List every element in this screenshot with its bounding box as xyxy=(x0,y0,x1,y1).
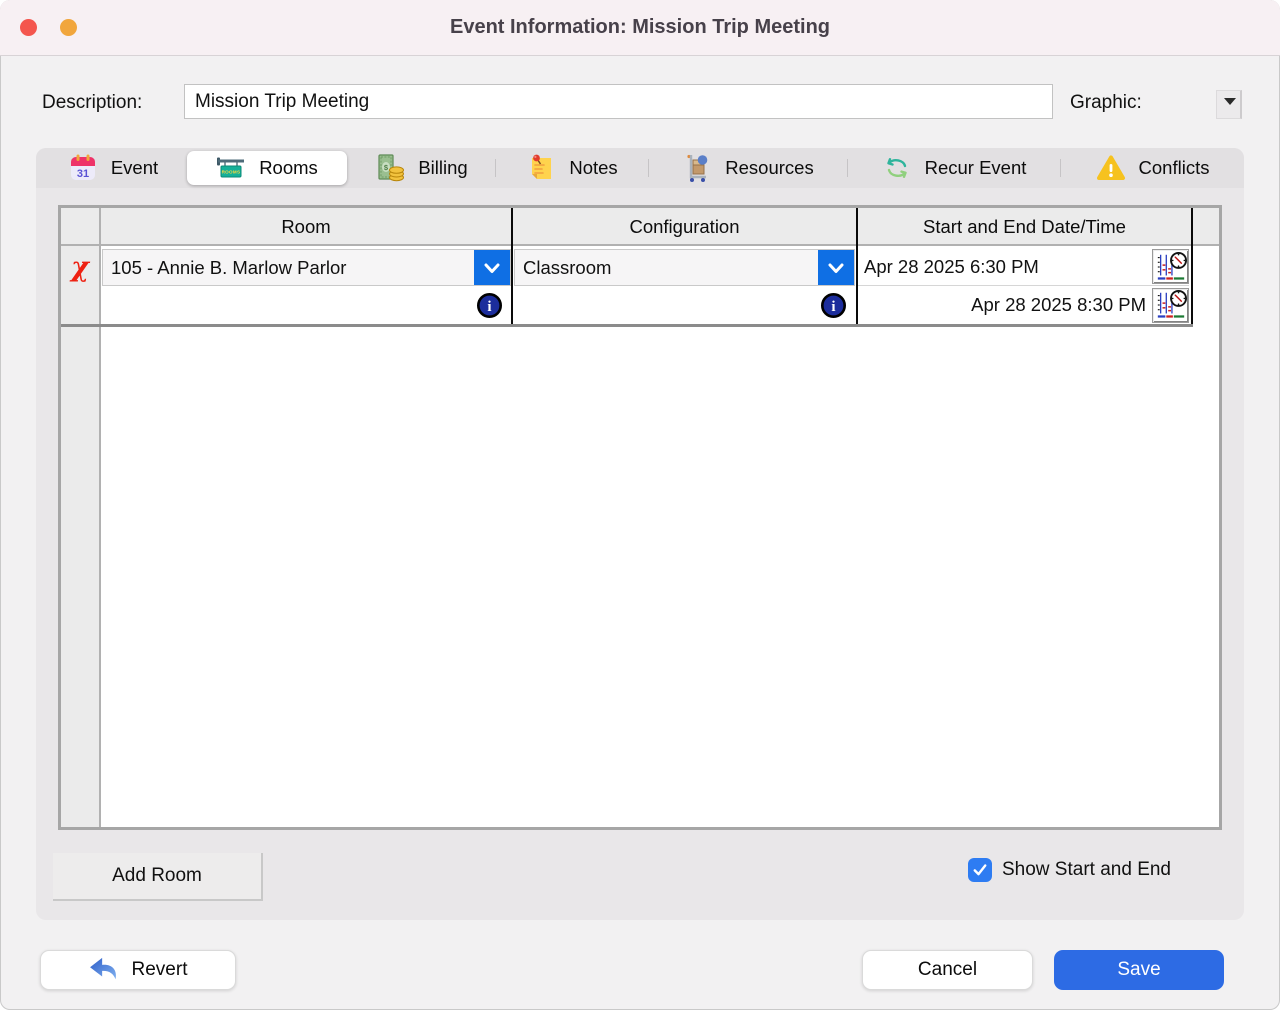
close-button[interactable] xyxy=(20,19,37,36)
tab-label: Event xyxy=(111,157,158,179)
svg-text:31: 31 xyxy=(77,168,89,180)
description-label: Description: xyxy=(42,92,142,114)
svg-text:i: i xyxy=(831,299,835,315)
title-bar: Event Information: Mission Trip Meeting xyxy=(0,0,1280,56)
show-start-end-control: Show Start and End xyxy=(968,858,1171,882)
end-datetime-field[interactable]: Apr 28 2025 8:30 PM xyxy=(858,286,1189,324)
tab-event[interactable]: 31 Event xyxy=(40,151,186,185)
room-info-icon[interactable]: i xyxy=(476,292,503,319)
graphic-dropdown-button[interactable] xyxy=(1216,90,1242,119)
column-header-configuration: Configuration xyxy=(513,208,856,246)
tab-billing[interactable]: $ Billing xyxy=(348,151,495,185)
event-information-window: Event Information: Mission Trip Meeting … xyxy=(0,0,1280,1010)
svg-text:i: i xyxy=(487,299,491,315)
description-input[interactable] xyxy=(184,84,1053,119)
sticky-note-icon xyxy=(526,153,556,183)
minimize-button[interactable] xyxy=(60,19,77,36)
delete-room-button[interactable]: χ xyxy=(61,248,99,286)
event-panel: 31 Event ROOMS Rooms $ Billing xyxy=(36,148,1244,920)
show-start-end-checkbox[interactable] xyxy=(968,858,992,882)
column-divider xyxy=(99,208,101,827)
add-room-button[interactable]: Add Room xyxy=(53,853,263,901)
configuration-select-value: Classroom xyxy=(515,257,818,279)
tab-recur-event[interactable]: Recur Event xyxy=(848,151,1060,185)
chevron-down-icon xyxy=(824,256,848,280)
end-datetime-picker-button[interactable] xyxy=(1152,288,1189,323)
revert-label: Revert xyxy=(132,959,188,981)
graphic-label: Graphic: xyxy=(1070,92,1142,114)
tab-label: Recur Event xyxy=(925,157,1027,179)
recur-arrows-icon xyxy=(882,153,912,183)
room-select[interactable]: 105 - Annie B. Marlow Parlor xyxy=(102,249,511,286)
tab-label: Notes xyxy=(569,157,617,179)
start-datetime-field[interactable]: Apr 28 2025 6:30 PM xyxy=(858,248,1189,286)
tab-notes[interactable]: Notes xyxy=(496,151,648,185)
triangle-down-icon xyxy=(1224,98,1236,105)
datetime-picker-icon xyxy=(1154,251,1188,283)
add-room-label: Add Room xyxy=(112,865,202,887)
warning-icon xyxy=(1096,153,1126,183)
revert-button[interactable]: Revert xyxy=(40,950,236,990)
tab-label: Conflicts xyxy=(1139,157,1210,179)
money-icon: $ xyxy=(375,153,405,183)
configuration-dropdown-button[interactable] xyxy=(818,250,854,285)
start-datetime-value: Apr 28 2025 6:30 PM xyxy=(858,256,1152,278)
tab-resources[interactable]: Resources xyxy=(649,151,847,185)
configuration-info-row: i xyxy=(514,286,855,324)
cancel-button[interactable]: Cancel xyxy=(862,950,1033,990)
hand-truck-icon xyxy=(682,153,712,183)
cancel-label: Cancel xyxy=(918,959,977,981)
rooms-sign-icon: ROOMS xyxy=(216,153,246,183)
row-gutter-column xyxy=(61,208,99,827)
room-info-row: i xyxy=(102,286,511,324)
tab-label: Rooms xyxy=(259,157,318,179)
tab-bar: 31 Event ROOMS Rooms $ Billing xyxy=(36,148,1244,188)
configuration-info-icon[interactable]: i xyxy=(820,292,847,319)
tab-label: Billing xyxy=(418,157,467,179)
room-dropdown-button[interactable] xyxy=(474,250,510,285)
tab-label: Resources xyxy=(725,157,813,179)
column-header-start-end: Start and End Date/Time xyxy=(858,208,1191,246)
tab-conflicts[interactable]: Conflicts xyxy=(1061,151,1244,185)
undo-arrow-icon xyxy=(89,957,119,983)
save-label: Save xyxy=(1117,959,1160,981)
checkmark-icon xyxy=(971,861,989,879)
delete-x-icon: χ xyxy=(71,254,89,281)
end-datetime-value: Apr 28 2025 8:30 PM xyxy=(858,294,1152,316)
datetime-picker-icon xyxy=(1154,289,1188,321)
chevron-down-icon xyxy=(480,256,504,280)
row-bottom-divider xyxy=(61,324,1193,327)
tab-rooms[interactable]: ROOMS Rooms xyxy=(187,151,347,185)
window-title: Event Information: Mission Trip Meeting xyxy=(450,16,830,39)
room-select-value: 105 - Annie B. Marlow Parlor xyxy=(103,257,474,279)
calendar-icon: 31 xyxy=(68,153,98,183)
configuration-select[interactable]: Classroom xyxy=(514,249,855,286)
column-divider xyxy=(511,208,513,327)
start-datetime-picker-button[interactable] xyxy=(1152,249,1189,284)
show-start-end-label: Show Start and End xyxy=(1002,859,1171,881)
column-divider xyxy=(1191,208,1193,327)
svg-text:ROOMS: ROOMS xyxy=(222,170,241,175)
column-header-room: Room xyxy=(101,208,511,246)
save-button[interactable]: Save xyxy=(1054,950,1224,990)
rooms-table: Room Configuration Start and End Date/Ti… xyxy=(58,205,1222,830)
